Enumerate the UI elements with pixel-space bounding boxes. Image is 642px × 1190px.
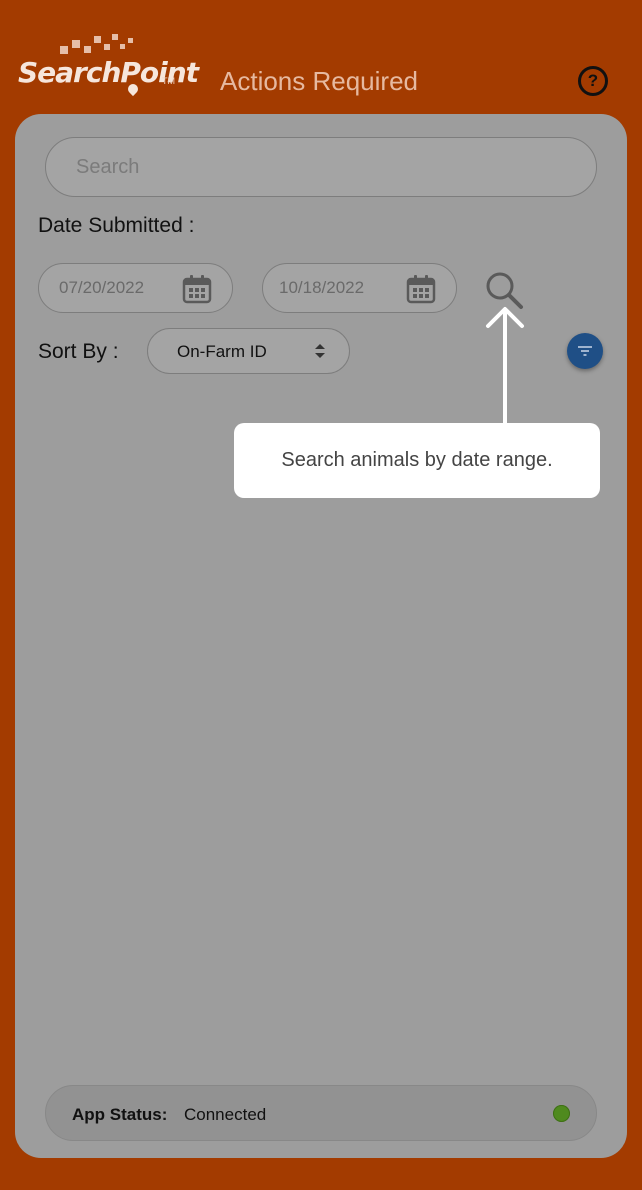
to-date-field[interactable]: 10/18/2022 <box>262 263 457 313</box>
app-status-bar: App Status: Connected <box>45 1085 597 1141</box>
page-title: Actions Required <box>220 66 418 96</box>
sort-arrows-icon <box>315 344 325 358</box>
tooltip-pointer-arrow-icon <box>486 307 524 424</box>
help-button[interactable]: ? <box>578 66 608 96</box>
sort-by-label: Sort By : <box>38 340 119 363</box>
date-search-tooltip: Search animals by date range. <box>234 423 600 498</box>
search-input[interactable] <box>45 137 597 197</box>
searchpoint-logo: SearchPoint TM <box>18 32 199 97</box>
logo-trademark: TM <box>162 76 175 86</box>
filter-icon <box>578 346 592 356</box>
to-date-value: 10/18/2022 <box>279 278 365 297</box>
filter-button[interactable] <box>567 333 603 369</box>
sort-selected-value: On-Farm ID <box>177 342 267 361</box>
sort-by-select[interactable]: On-Farm ID <box>147 328 350 374</box>
from-date-field[interactable]: 07/20/2022 <box>38 263 233 313</box>
status-indicator-icon <box>553 1105 570 1122</box>
from-date-value: 07/20/2022 <box>59 278 145 297</box>
logo-squares-icon <box>54 32 144 56</box>
calendar-icon[interactable] <box>406 274 436 304</box>
date-submitted-label: Date Submitted : <box>38 214 195 237</box>
app-header: SearchPoint TM Actions Required ? <box>0 0 642 115</box>
calendar-icon[interactable] <box>182 274 212 304</box>
app-status-label: App Status: <box>72 1105 168 1124</box>
help-icon: ? <box>587 71 599 90</box>
app-status-value: Connected <box>184 1105 267 1124</box>
